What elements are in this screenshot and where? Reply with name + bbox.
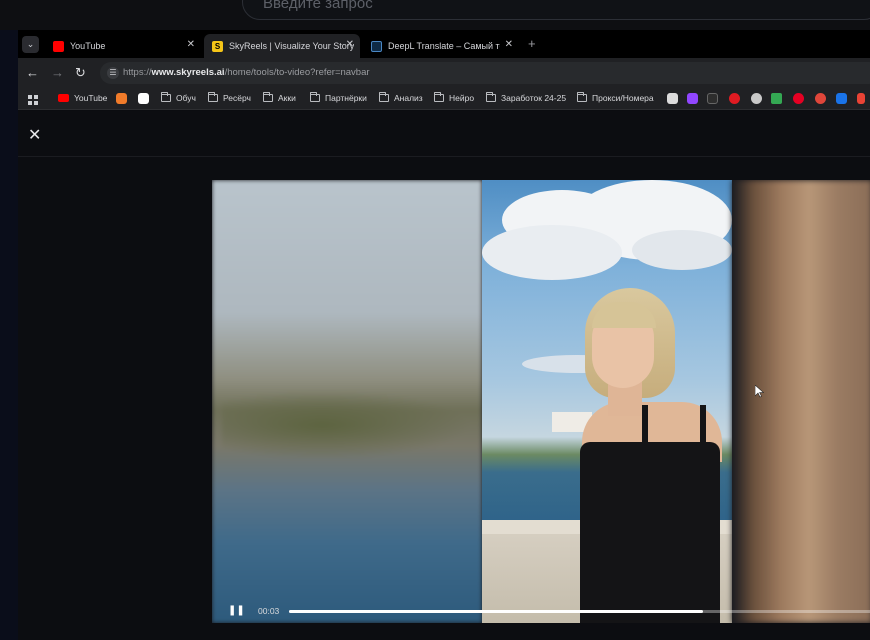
- folder-icon: [161, 92, 171, 102]
- apple-icon[interactable]: [751, 93, 762, 104]
- folder-icon: [379, 92, 389, 102]
- close-tab-icon[interactable]: ✕: [187, 39, 195, 50]
- bookmark-blue-icon[interactable]: [836, 93, 847, 104]
- progress-fill: [289, 610, 703, 613]
- page-content: ✕ ❚❚ 00:03: [18, 111, 870, 640]
- bookmark-p-icon[interactable]: [815, 93, 826, 104]
- folder-icon: [434, 92, 444, 102]
- deepl-icon: [371, 40, 382, 52]
- site-settings-icon[interactable]: ☰: [107, 67, 119, 79]
- tab-search-button[interactable]: ⌄: [22, 36, 39, 53]
- twitch-icon[interactable]: [687, 93, 698, 104]
- tab-strip: ⌄ YouTube ✕ S SkyReels | Visualize Your …: [18, 30, 870, 58]
- folder-icon: [310, 92, 320, 102]
- youtube-icon: [53, 40, 64, 52]
- bookmark-folder-proxy[interactable]: Прокси/Номера: [577, 92, 654, 103]
- bookmarks-bar: YouTube Обуч Ресёрч Акки Партнёрки Анали…: [18, 88, 870, 110]
- video-player[interactable]: ❚❚ 00:03: [212, 180, 870, 623]
- tab-label: DeepL Translate – Самый точн...: [388, 41, 500, 51]
- address-bar[interactable]: ☰ https://www.skyreels.ai/home/tools/to-…: [100, 62, 870, 84]
- mouse-cursor-icon: [754, 384, 765, 403]
- browser-toolbar: ← → ↻ ☰ https://www.skyreels.ai/home/too…: [18, 58, 870, 88]
- video-blurred-right-frame: [732, 180, 870, 623]
- folder-icon: [208, 92, 218, 102]
- close-tab-icon[interactable]: ✕: [346, 39, 354, 50]
- folder-icon: [263, 92, 273, 102]
- current-time: 00:03: [258, 606, 280, 616]
- skyreels-icon: S: [212, 40, 223, 52]
- tab-label: SkyReels | Visualize Your Story: [229, 41, 355, 51]
- bookmark-multicolor-icon[interactable]: [857, 93, 865, 104]
- bookmark-t-icon[interactable]: [138, 93, 149, 104]
- close-tab-icon[interactable]: ✕: [505, 39, 513, 50]
- video-controls: ❚❚ 00:03: [212, 598, 870, 623]
- bookmark-dark-icon[interactable]: [707, 93, 718, 104]
- bookmark-n-icon[interactable]: [667, 93, 678, 104]
- url-text: https://www.skyreels.ai/home/tools/to-vi…: [123, 67, 370, 78]
- apps-grid-icon[interactable]: [28, 93, 39, 105]
- left-desktop-strip: [0, 30, 18, 640]
- bookmark-folder-analysis[interactable]: Анализ: [379, 92, 423, 103]
- close-icon[interactable]: ✕: [28, 125, 41, 145]
- bookmark-folder-partners[interactable]: Партнёрки: [310, 92, 367, 103]
- forward-arrow-icon[interactable]: →: [51, 65, 64, 80]
- modal-header: ✕: [18, 111, 870, 157]
- tab-label: YouTube: [70, 41, 106, 51]
- pinterest-icon[interactable]: [793, 93, 804, 104]
- bookmark-folder-neuro[interactable]: Нейро: [434, 92, 474, 103]
- tab-deepl[interactable]: DeepL Translate – Самый точн... ✕: [363, 34, 519, 58]
- search-bar[interactable]: Введите запрос: [242, 0, 870, 20]
- reload-icon[interactable]: ↻: [75, 65, 86, 81]
- tab-skyreels[interactable]: S SkyReels | Visualize Your Story ✕: [204, 34, 360, 58]
- folder-icon: [486, 92, 496, 102]
- video-blurred-left-frame: [212, 180, 482, 623]
- folder-icon: [577, 92, 587, 102]
- bookmark-b-icon[interactable]: [116, 93, 127, 104]
- youtube-icon: [58, 94, 69, 102]
- bookmark-folder-obuch[interactable]: Обуч: [161, 92, 196, 103]
- os-top-bar: Введите запрос: [0, 0, 870, 30]
- google-drive-icon[interactable]: [771, 93, 782, 104]
- new-tab-button[interactable]: +: [528, 36, 536, 51]
- back-arrow-icon[interactable]: ←: [26, 65, 39, 80]
- bookmark-youtube[interactable]: YouTube: [58, 93, 107, 103]
- video-frame: [482, 180, 732, 623]
- bookmark-folder-earnings[interactable]: Заработок 24-25: [486, 92, 566, 103]
- bookmark-folder-akki[interactable]: Акки: [263, 92, 296, 103]
- bookmark-folder-research[interactable]: Ресёрч: [208, 92, 251, 103]
- pause-icon[interactable]: ❚❚: [228, 605, 245, 616]
- bookmark-red-icon[interactable]: [729, 93, 740, 104]
- progress-bar[interactable]: [289, 610, 870, 613]
- search-placeholder: Введите запрос: [263, 0, 373, 12]
- tab-youtube[interactable]: YouTube ✕: [45, 34, 201, 58]
